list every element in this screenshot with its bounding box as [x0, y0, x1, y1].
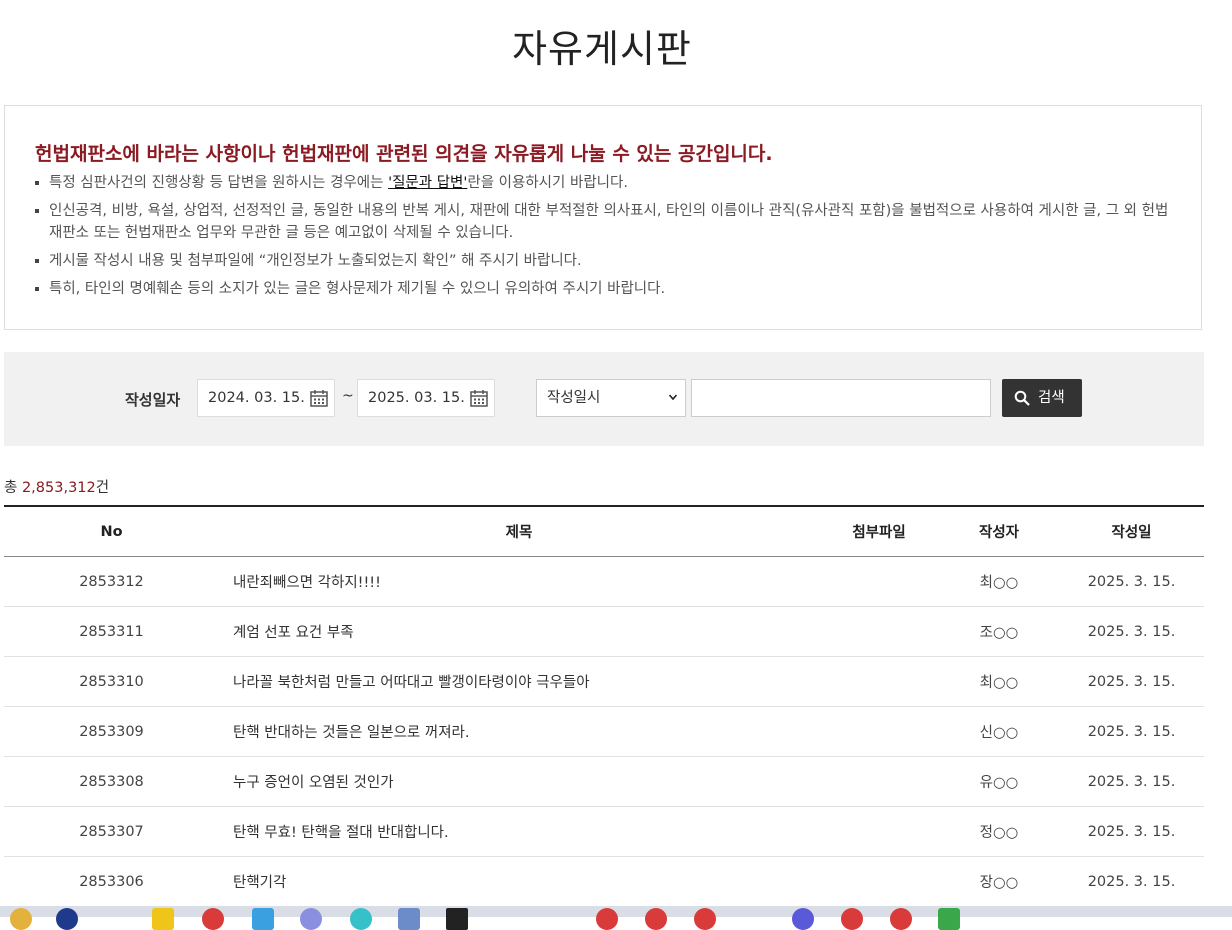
- search-type-select[interactable]: 작성일시: [536, 379, 686, 417]
- chevron-down-icon: [669, 394, 677, 401]
- taskbar-app-icon[interactable]: [398, 908, 420, 930]
- taskbar-app-icon[interactable]: [596, 908, 618, 930]
- post-author: 신○○: [939, 706, 1059, 757]
- table-row: 2853307 탄핵 무효! 탄핵을 절대 반대합니다. 정○○ 2025. 3…: [4, 806, 1204, 857]
- taskbar-app-icon[interactable]: [56, 908, 78, 930]
- post-author: 조○○: [939, 606, 1059, 657]
- date-label: 작성일자: [125, 391, 181, 409]
- post-author: 최○○: [939, 556, 1059, 607]
- post-attachment: [819, 856, 939, 907]
- taskbar-app-icon[interactable]: [694, 908, 716, 930]
- post-no: 2853311: [4, 606, 219, 657]
- post-no: 2853310: [4, 656, 219, 707]
- post-attachment: [819, 556, 939, 607]
- post-author: 유○○: [939, 756, 1059, 807]
- post-title-link[interactable]: 내란죄빼으면 각하지!!!!: [219, 556, 819, 607]
- col-header-subject: 제목: [219, 505, 819, 557]
- os-taskbar: [0, 906, 1232, 930]
- taskbar-app-icon[interactable]: [10, 908, 32, 930]
- search-icon: [1014, 390, 1030, 406]
- taskbar-app-icon[interactable]: [890, 908, 912, 930]
- table-header-row: No 제목 첨부파일 작성자 작성일: [4, 505, 1204, 557]
- col-header-attachment: 첨부파일: [819, 505, 939, 557]
- taskbar-app-icon[interactable]: [300, 908, 322, 930]
- post-attachment: [819, 656, 939, 707]
- notice-heading: 헌법재판소에 바라는 사항이나 헌법재판에 관련된 의견을 자유롭게 나눌 수 …: [35, 143, 773, 165]
- total-prefix: 총: [4, 480, 22, 496]
- total-count: 총 2,853,312건: [4, 476, 109, 497]
- search-type-value: 작성일시: [547, 390, 601, 406]
- post-title-link[interactable]: 탄핵 무효! 탄핵을 절대 반대합니다.: [219, 806, 819, 857]
- post-date: 2025. 3. 15.: [1059, 556, 1204, 607]
- taskbar-app-icon[interactable]: [938, 908, 960, 930]
- notice-item: 게시물 작성시 내용 및 첨부파일에 “개인정보가 노출되었는지 확인” 해 주…: [35, 250, 1170, 272]
- taskbar-app-icon[interactable]: [202, 908, 224, 930]
- post-date: 2025. 3. 15.: [1059, 806, 1204, 857]
- post-attachment: [819, 806, 939, 857]
- notice-item: 특히, 타인의 명예훼손 등의 소지가 있는 글은 형사문제가 제기될 수 있으…: [35, 278, 1170, 300]
- post-title-link[interactable]: 계엄 선포 요건 부족: [219, 606, 819, 657]
- post-author: 장○○: [939, 856, 1059, 907]
- table-row: 2853306 탄핵기각 장○○ 2025. 3. 15.: [4, 856, 1204, 907]
- post-author: 정○○: [939, 806, 1059, 857]
- search-input[interactable]: [691, 379, 991, 417]
- table-row: 2853309 탄핵 반대하는 것들은 일본으로 꺼져라. 신○○ 2025. …: [4, 706, 1204, 757]
- calendar-icon[interactable]: [470, 389, 488, 407]
- post-title-link[interactable]: 탄핵기각: [219, 856, 819, 907]
- col-header-no: No: [4, 505, 219, 557]
- table-row: 2853312 내란죄빼으면 각하지!!!! 최○○ 2025. 3. 15.: [4, 556, 1204, 607]
- notice-box: 헌법재판소에 바라는 사항이나 헌법재판에 관련된 의견을 자유롭게 나눌 수 …: [4, 105, 1202, 330]
- notice-item-text: 란을 이용하시기 바랍니다.: [467, 175, 628, 191]
- notice-item: 인신공격, 비방, 욕설, 상업적, 선정적인 글, 동일한 내용의 반복 게시…: [35, 200, 1170, 244]
- post-no: 2853309: [4, 706, 219, 757]
- post-no: 2853312: [4, 556, 219, 607]
- table-row: 2853308 누구 증언이 오염된 것인가 유○○ 2025. 3. 15.: [4, 756, 1204, 807]
- post-no: 2853307: [4, 806, 219, 857]
- board-table: No 제목 첨부파일 작성자 작성일 2853312 내란죄빼으면 각하지!!!…: [4, 505, 1204, 907]
- post-no: 2853308: [4, 756, 219, 807]
- post-attachment: [819, 606, 939, 657]
- post-attachment: [819, 706, 939, 757]
- total-number: 2,853,312: [21, 480, 96, 496]
- table-row: 2853310 나라꼴 북한처럼 만들고 어따대고 빨갱이타령이야 극우들아 최…: [4, 656, 1204, 707]
- post-title-link[interactable]: 탄핵 반대하는 것들은 일본으로 꺼져라.: [219, 706, 819, 757]
- date-to-value: 2025. 03. 15.: [368, 390, 465, 406]
- qna-link[interactable]: '질문과 답변': [388, 175, 467, 191]
- search-bar: 작성일자 2024. 03. 15. ~ 2025. 03. 15. 작성일시: [4, 352, 1204, 446]
- taskbar-app-icon[interactable]: [252, 908, 274, 930]
- post-title-link[interactable]: 나라꼴 북한처럼 만들고 어따대고 빨갱이타령이야 극우들아: [219, 656, 819, 707]
- post-date: 2025. 3. 15.: [1059, 756, 1204, 807]
- taskbar-app-icon[interactable]: [152, 908, 174, 930]
- taskbar-app-icon[interactable]: [841, 908, 863, 930]
- taskbar-app-icon[interactable]: [645, 908, 667, 930]
- post-date: 2025. 3. 15.: [1059, 706, 1204, 757]
- post-date: 2025. 3. 15.: [1059, 656, 1204, 707]
- col-header-date: 작성일: [1059, 505, 1204, 557]
- table-row: 2853311 계엄 선포 요건 부족 조○○ 2025. 3. 15.: [4, 606, 1204, 657]
- taskbar-app-icon[interactable]: [792, 908, 814, 930]
- date-separator: ~: [342, 388, 354, 404]
- post-author: 최○○: [939, 656, 1059, 707]
- taskbar-app-icon[interactable]: [446, 908, 468, 930]
- date-to-field[interactable]: 2025. 03. 15.: [357, 379, 495, 417]
- post-no: 2853306: [4, 856, 219, 907]
- post-attachment: [819, 756, 939, 807]
- total-suffix: 건: [95, 480, 110, 496]
- notice-item: 특정 심판사건의 진행상황 등 답변을 원하시는 경우에는 '질문과 답변'란을…: [35, 172, 1170, 194]
- date-from-field[interactable]: 2024. 03. 15.: [197, 379, 335, 417]
- post-date: 2025. 3. 15.: [1059, 856, 1204, 907]
- post-title-link[interactable]: 누구 증언이 오염된 것인가: [219, 756, 819, 807]
- taskbar-app-icon[interactable]: [350, 908, 372, 930]
- search-button[interactable]: 검색: [1002, 379, 1082, 417]
- post-date: 2025. 3. 15.: [1059, 606, 1204, 657]
- calendar-icon[interactable]: [310, 389, 328, 407]
- date-from-value: 2024. 03. 15.: [208, 390, 305, 406]
- notice-item-text: 특정 심판사건의 진행상황 등 답변을 원하시는 경우에는: [49, 175, 389, 191]
- page-title: 자유게시판: [512, 27, 692, 71]
- notice-list: 특정 심판사건의 진행상황 등 답변을 원하시는 경우에는 '질문과 답변'란을…: [35, 172, 1170, 306]
- col-header-author: 작성자: [939, 505, 1059, 557]
- search-button-label: 검색: [1038, 390, 1065, 406]
